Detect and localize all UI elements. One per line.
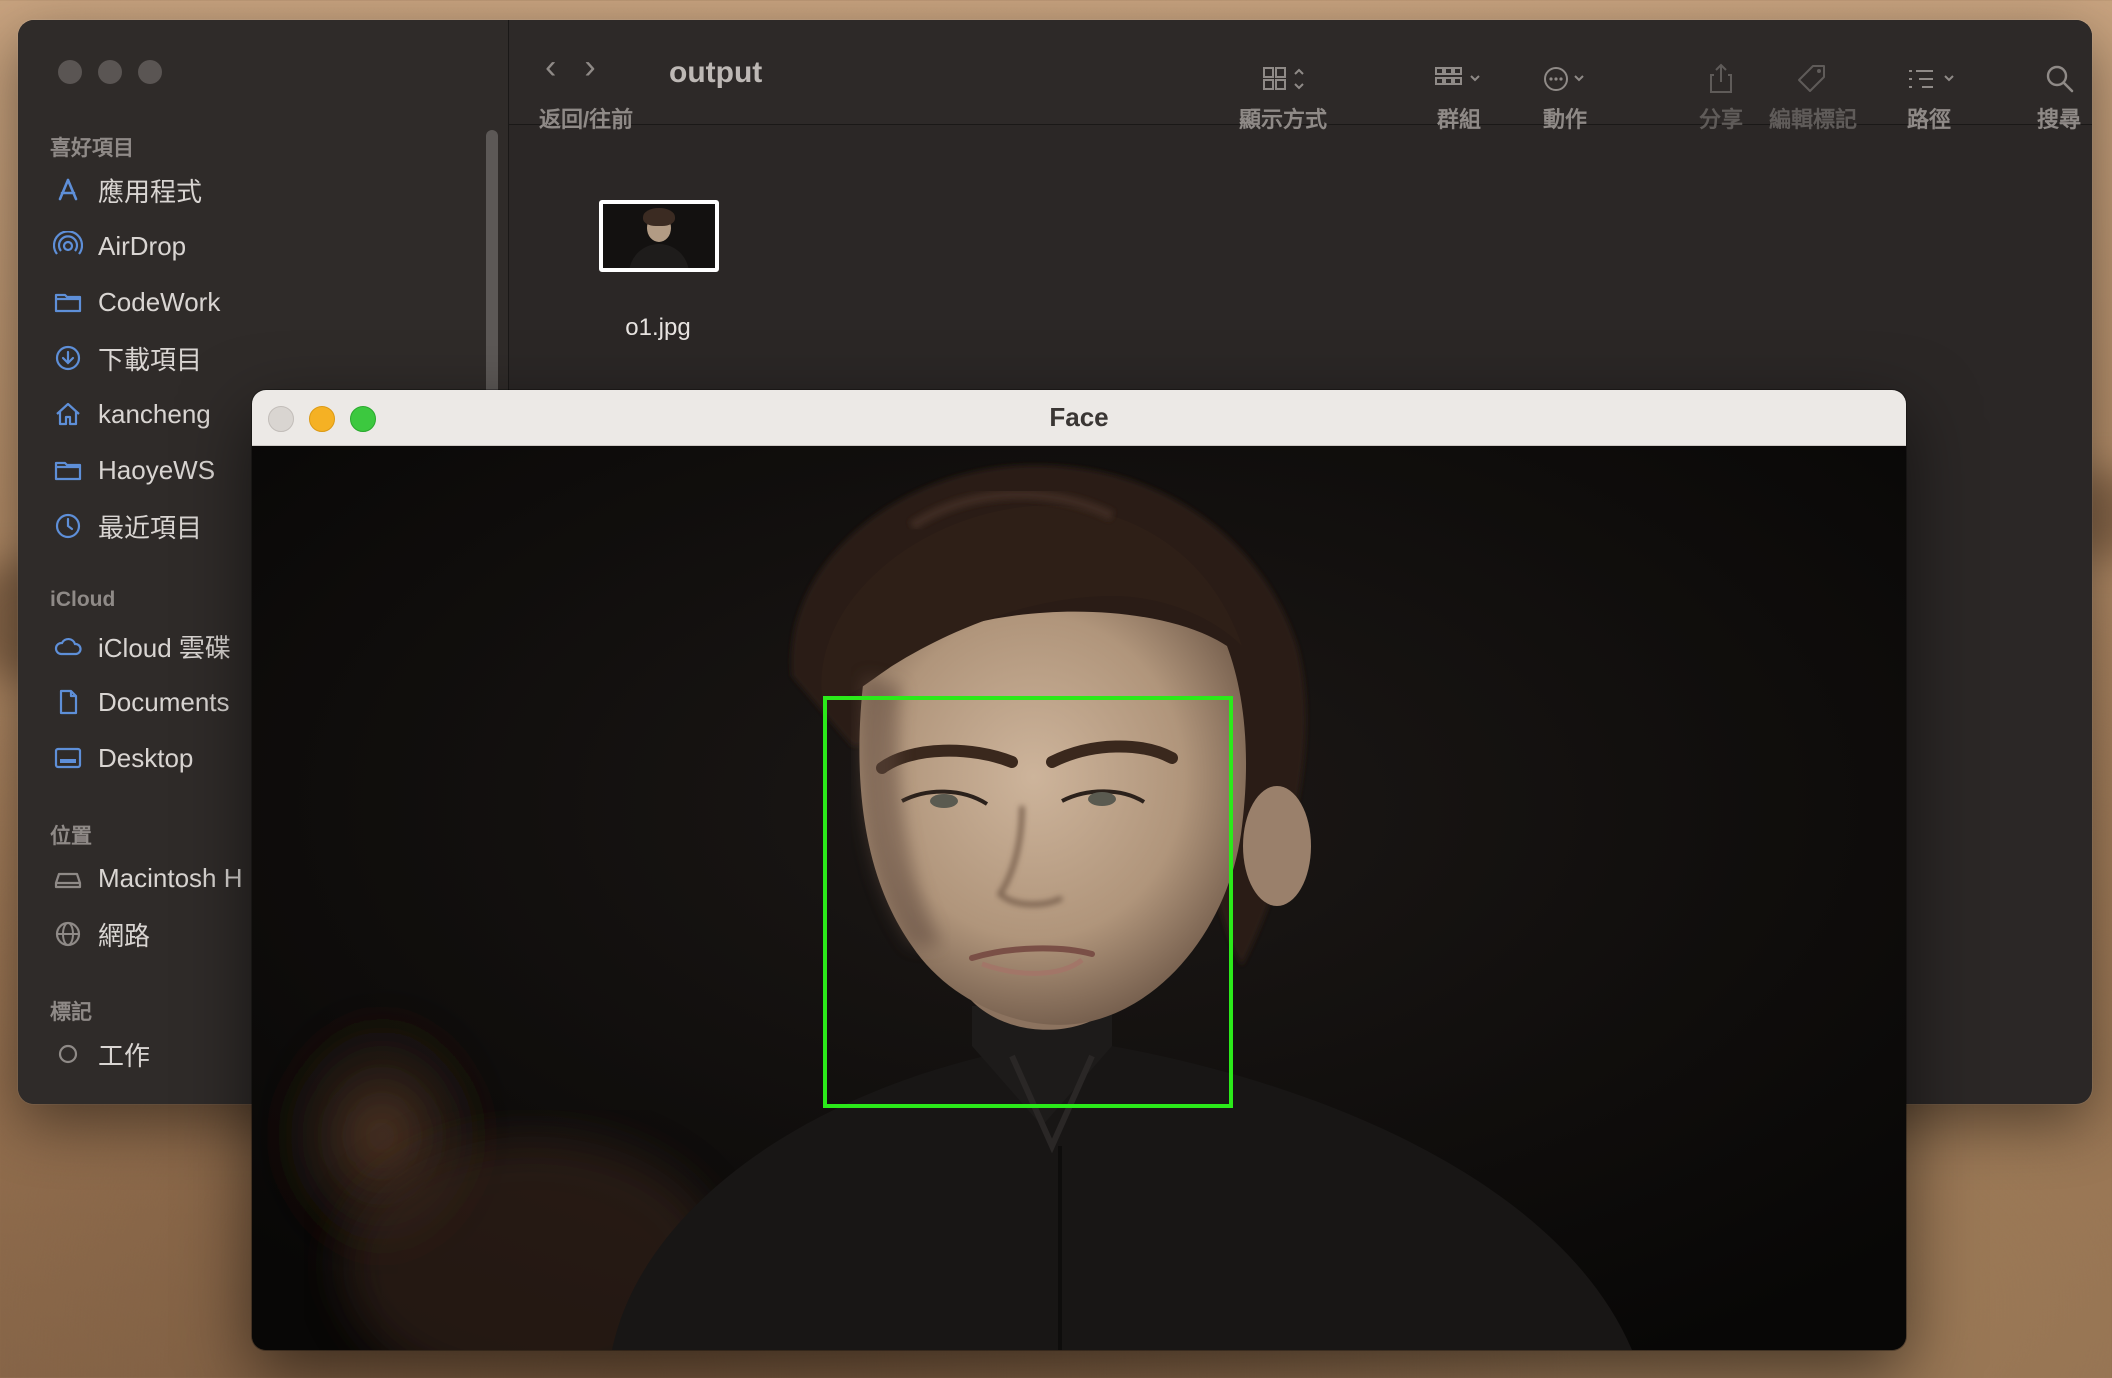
sidebar-item-recents[interactable]: 最近項目 — [52, 506, 202, 546]
sidebar-item-documents[interactable]: Documents — [52, 682, 230, 722]
home-icon — [52, 398, 84, 430]
sidebar-item-label: iCloud 雲碟 — [98, 632, 231, 663]
search-icon[interactable] — [2043, 62, 2077, 101]
sidebar-item-applications[interactable]: 應用程式 — [52, 170, 202, 210]
folder-icon — [52, 286, 84, 318]
sidebar-section-tags: 標記 — [50, 1001, 92, 1024]
sidebar-item-haoyews[interactable]: HaoyeWS — [52, 450, 215, 490]
sidebar-section-locations: 位置 — [50, 825, 92, 848]
sidebar-item-desktop[interactable]: Desktop — [52, 738, 193, 778]
nav-buttons: ‹ › — [545, 50, 596, 84]
sidebar-item-label: 網路 — [98, 920, 151, 951]
forward-icon[interactable]: › — [584, 50, 595, 84]
sidebar-item-label: 下載項目 — [98, 344, 203, 375]
sidebar-item-macintosh-hd[interactable]: Macintosh H — [52, 858, 243, 898]
zoom-button[interactable] — [138, 60, 162, 84]
icloud-icon — [52, 630, 84, 662]
view-mode-label: 顯示方式 — [1239, 107, 1328, 132]
folder-icon — [52, 454, 84, 486]
search-label: 搜尋 — [2037, 107, 2082, 132]
sidebar-item-label: 應用程式 — [98, 176, 203, 207]
applications-icon — [52, 174, 84, 206]
sidebar-item-label: Macintosh H — [98, 862, 243, 893]
file-item[interactable]: o1.jpg — [599, 200, 719, 342]
face-detection-box — [823, 696, 1233, 1108]
face-titlebar[interactable]: Face — [252, 390, 1906, 446]
action-label: 動作 — [1543, 107, 1588, 132]
sidebar-item-label: CodeWork — [98, 286, 221, 317]
window-controls — [58, 60, 162, 84]
path-label: 路徑 — [1907, 107, 1952, 132]
sidebar-item-label: 工作 — [98, 1040, 151, 1071]
desktop-icon — [52, 742, 84, 774]
sidebar-item-network[interactable]: 網路 — [52, 914, 150, 954]
back-icon[interactable]: ‹ — [545, 50, 556, 84]
tag-circle-icon — [52, 1038, 84, 1070]
face-window-title: Face — [1049, 402, 1109, 432]
nav-label: 返回/往前 — [539, 107, 634, 132]
view-mode-icon[interactable] — [1257, 62, 1311, 101]
disk-icon — [52, 862, 84, 894]
file-thumbnail — [599, 200, 719, 272]
sidebar-item-label: Desktop — [98, 742, 194, 773]
sidebar-item-label: AirDrop — [98, 230, 187, 261]
sidebar-item-label: HaoyeWS — [98, 454, 216, 485]
face-window: Face — [252, 390, 1906, 1350]
path-icon[interactable] — [1901, 62, 1965, 101]
sidebar-section-favorites: 喜好項目 — [50, 137, 134, 160]
downloads-icon — [52, 342, 84, 374]
file-name: o1.jpg — [625, 314, 691, 341]
sidebar-item-tag-work[interactable]: 工作 — [52, 1034, 150, 1074]
sidebar-item-icloud-drive[interactable]: iCloud 雲碟 — [52, 626, 231, 666]
finder-toolbar: ‹ › 返回/往前 output 顯示方式 群組 動作 分享 編輯標記 路徑 搜… — [509, 20, 2092, 132]
group-icon[interactable] — [1429, 62, 1489, 101]
recents-icon — [52, 510, 84, 542]
sidebar-section-icloud: iCloud — [50, 588, 116, 611]
network-icon — [52, 918, 84, 950]
sidebar-item-label: 最近項目 — [98, 512, 203, 543]
action-icon[interactable] — [1537, 62, 1597, 101]
sidebar-item-downloads[interactable]: 下載項目 — [52, 338, 202, 378]
tags-label: 編輯標記 — [1769, 107, 1858, 132]
sidebar-item-label: Documents — [98, 686, 230, 717]
minimize-button[interactable] — [98, 60, 122, 84]
group-label: 群組 — [1437, 107, 1482, 132]
sidebar-item-label: kancheng — [98, 398, 211, 429]
sidebar-item-codework[interactable]: CodeWork — [52, 282, 220, 322]
sidebar-item-home[interactable]: kancheng — [52, 394, 211, 434]
airdrop-icon — [52, 230, 84, 262]
tag-icon[interactable] — [1795, 62, 1829, 101]
sidebar-item-airdrop[interactable]: AirDrop — [52, 226, 186, 266]
close-button[interactable] — [58, 60, 82, 84]
document-icon — [52, 686, 84, 718]
window-title: output — [669, 56, 763, 89]
share-icon[interactable] — [1704, 62, 1738, 101]
sidebar-scrollbar[interactable] — [486, 130, 498, 430]
share-label: 分享 — [1699, 107, 1744, 132]
